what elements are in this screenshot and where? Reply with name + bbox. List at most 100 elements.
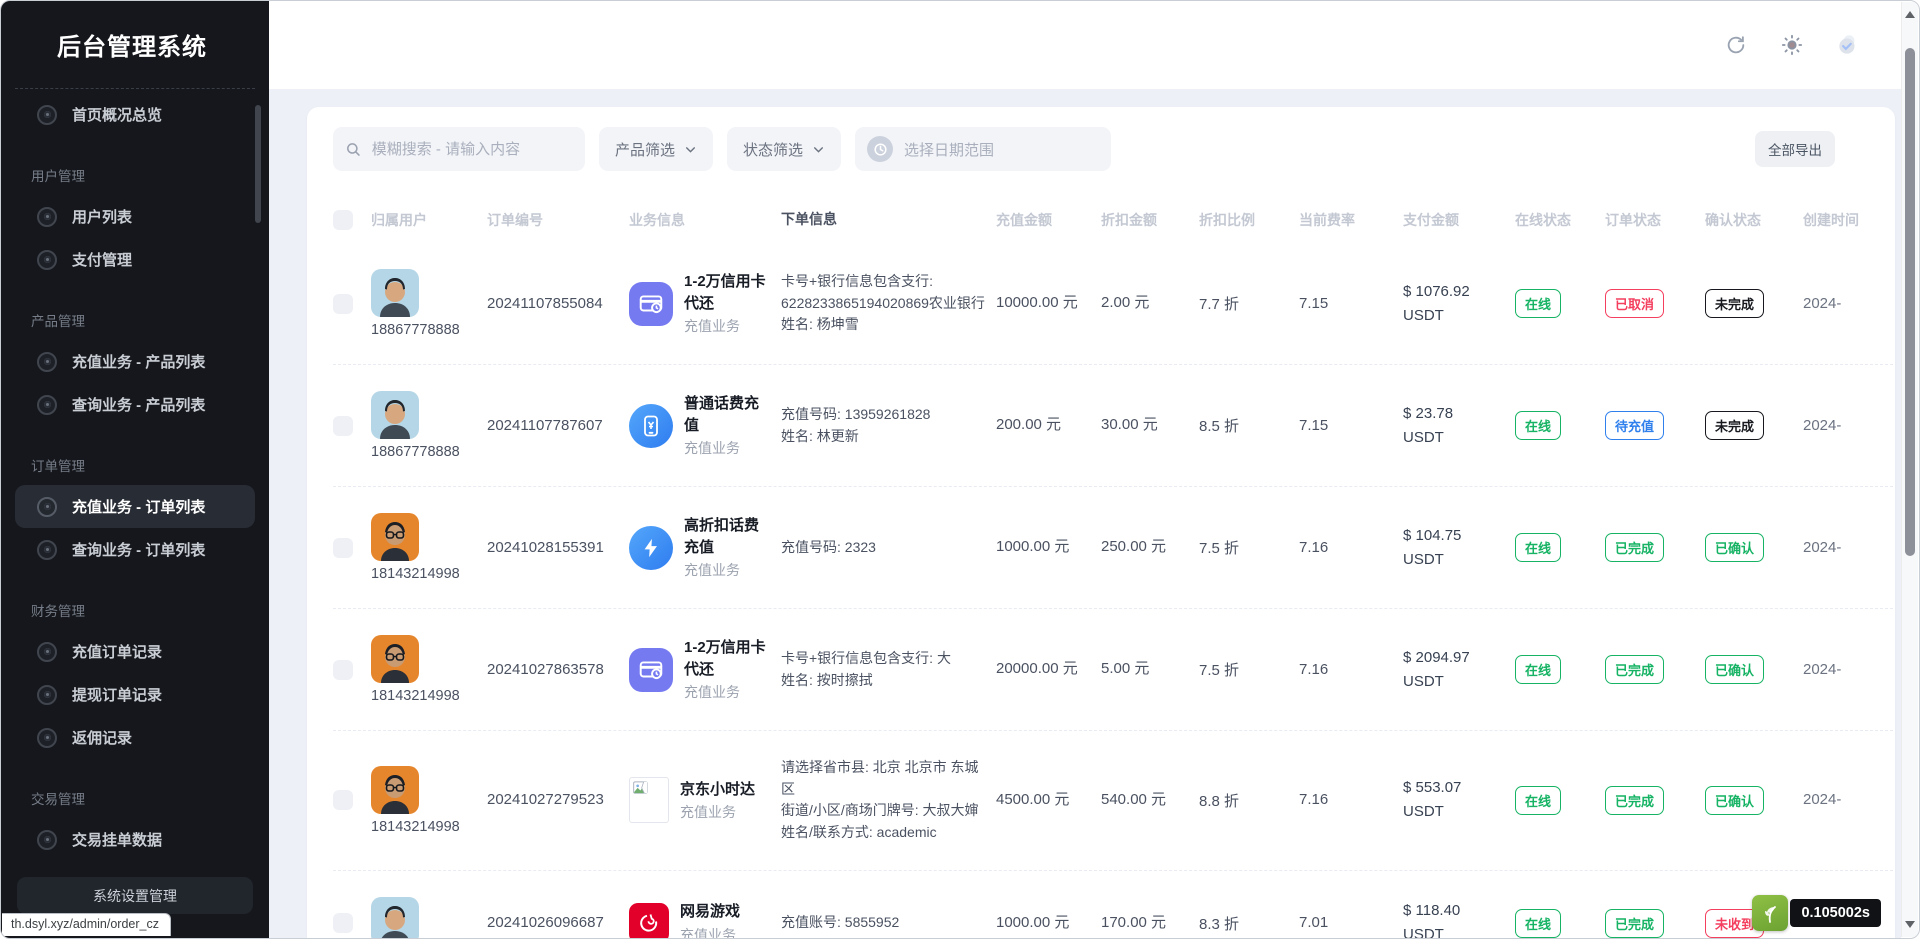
user-phone: 18867778888 <box>371 322 479 338</box>
confirm-status-badge: 未完成 <box>1705 411 1764 440</box>
verified-badge-icon[interactable] <box>1835 32 1861 58</box>
sidebar-item-query-orders[interactable]: 查询业务 - 订单列表 <box>15 528 255 571</box>
record-icon <box>37 207 57 227</box>
discount-amount: 5.00 元 <box>1101 658 1149 681</box>
current-rate: 7.16 <box>1299 539 1328 556</box>
pay-amount: $ 2094.97USDT <box>1403 646 1487 694</box>
order-info: 充值号码: 13959261828 姓名: 林更新 <box>781 404 996 447</box>
sidebar: 后台管理系统 首页概况总览 用户管理 用户列表 支付管理 产品管理 充值业务 -… <box>1 1 269 938</box>
order-number: 20241026096687 <box>487 914 604 931</box>
sidebar-item-payment-mgmt[interactable]: 支付管理 <box>15 238 255 281</box>
row-checkbox[interactable] <box>333 538 353 558</box>
record-icon <box>37 685 57 705</box>
confirm-status-badge: 未完成 <box>1705 289 1764 318</box>
order-info: 卡号+银行信息包含支行: 6228233865194020869农业银行 姓名:… <box>781 271 996 336</box>
chevron-down-icon <box>684 143 697 156</box>
current-rate: 7.16 <box>1299 791 1328 808</box>
sidebar-section-products: 产品管理 <box>1 300 269 340</box>
pay-amount: $ 118.40USDT <box>1403 899 1487 938</box>
pay-amount: $ 104.75USDT <box>1403 524 1487 572</box>
recharge-amount: 1000.00 元 <box>996 536 1069 559</box>
sidebar-item-trade-orders[interactable]: 交易挂单数据 <box>15 818 255 861</box>
record-icon <box>37 395 57 415</box>
sidebar-section-orders: 订单管理 <box>1 445 269 485</box>
page-scrollbar[interactable] <box>1901 2 1918 937</box>
select-all-checkbox[interactable] <box>333 210 353 230</box>
order-info: 充值号码: 2323 <box>781 537 996 559</box>
created-time: 2024- <box>1803 661 1841 678</box>
scroll-up-arrow-icon[interactable] <box>1905 11 1915 18</box>
avatar <box>371 766 419 814</box>
order-number: 20241107855084 <box>487 295 603 312</box>
business-name: 高折扣话费充值 <box>684 515 773 559</box>
current-rate: 7.15 <box>1299 417 1328 434</box>
discount-amount: 540.00 元 <box>1101 789 1166 812</box>
current-rate: 7.15 <box>1299 295 1328 312</box>
sidebar-section-users: 用户管理 <box>1 155 269 195</box>
sidebar-item-recharge-products[interactable]: 充值业务 - 产品列表 <box>15 340 255 383</box>
lightning-icon <box>629 526 673 570</box>
row-checkbox[interactable] <box>333 294 353 314</box>
record-icon <box>37 497 57 517</box>
load-time-badge: 0.105002s <box>1790 899 1881 927</box>
search-icon <box>345 140 362 159</box>
current-rate: 7.16 <box>1299 661 1328 678</box>
record-icon <box>37 830 57 850</box>
phone-yuan-icon <box>629 404 673 448</box>
theme-sun-icon[interactable] <box>1779 32 1805 58</box>
business-name: 京东小时达 <box>680 779 772 801</box>
business-type: 充值业务 <box>684 682 773 702</box>
online-status-badge: 在线 <box>1515 411 1561 440</box>
table-row: 18143214998 20241028155391 高折扣话费充值 充值业务 <box>333 486 1893 608</box>
order-number: 20241027863578 <box>487 661 604 678</box>
date-range-picker[interactable]: 选择日期范围 <box>855 127 1111 171</box>
sidebar-item-rebate-records[interactable]: 返佣记录 <box>15 716 255 759</box>
business-name: 普通话费充值 <box>684 393 773 437</box>
product-filter-dropdown[interactable]: 产品筛选 <box>599 127 713 171</box>
created-time: 2024- <box>1803 791 1841 808</box>
scrollbar-thumb[interactable] <box>1905 48 1915 556</box>
sidebar-item-recharge-orders[interactable]: 充值业务 - 订单列表 <box>15 485 255 528</box>
pay-amount: $ 1076.92USDT <box>1403 280 1487 328</box>
sidebar-scrollbar-thumb[interactable] <box>255 105 261 223</box>
search-input[interactable] <box>372 141 573 158</box>
leaf-icon[interactable] <box>1752 895 1788 931</box>
avatar <box>371 897 419 938</box>
sidebar-item-query-products[interactable]: 查询业务 - 产品列表 <box>15 383 255 426</box>
record-icon <box>37 540 57 560</box>
recharge-amount: 200.00 元 <box>996 414 1061 437</box>
online-status-badge: 在线 <box>1515 909 1561 938</box>
recharge-amount: 1000.00 元 <box>996 912 1069 935</box>
status-filter-dropdown[interactable]: 状态筛选 <box>727 127 841 171</box>
sidebar-item-withdraw-records[interactable]: 提现订单记录 <box>15 673 255 716</box>
sidebar-item-recharge-records[interactable]: 充值订单记录 <box>15 630 255 673</box>
sidebar-item-home[interactable]: 首页概况总览 <box>15 93 255 136</box>
refresh-icon[interactable] <box>1723 32 1749 58</box>
scroll-down-arrow-icon[interactable] <box>1905 921 1915 928</box>
order-status-badge: 已完成 <box>1605 786 1664 815</box>
export-all-button[interactable]: 全部导出 <box>1755 131 1835 167</box>
current-rate: 7.01 <box>1299 914 1328 931</box>
chevron-down-icon <box>812 143 825 156</box>
order-status-badge: 已完成 <box>1605 533 1664 562</box>
confirm-status-badge: 已确认 <box>1705 655 1764 684</box>
created-time: 2024- <box>1803 539 1841 556</box>
table-row: 18867778888 20241107855084 1-2万信用卡代还 充值业… <box>333 243 1893 364</box>
row-checkbox[interactable] <box>333 913 353 933</box>
row-checkbox[interactable] <box>333 790 353 810</box>
topbar <box>269 1 1901 89</box>
discount-amount: 2.00 元 <box>1101 292 1149 315</box>
orders-table: 归属用户 订单编号 业务信息 下单信息 充值金额 折扣金额 折扣比例 当前费率 … <box>333 197 1893 938</box>
sidebar-divider <box>15 88 255 89</box>
system-settings-button[interactable]: 系统设置管理 <box>17 877 253 914</box>
row-checkbox[interactable] <box>333 660 353 680</box>
status-bar-url: th.dsyl.xyz/admin/order_cz <box>2 913 171 936</box>
row-checkbox[interactable] <box>333 416 353 436</box>
business-name: 1-2万信用卡代还 <box>684 637 773 681</box>
sidebar-item-user-list[interactable]: 用户列表 <box>15 195 255 238</box>
order-number: 20241027279523 <box>487 791 604 808</box>
order-status-badge: 已完成 <box>1605 909 1664 938</box>
confirm-status-badge: 已确认 <box>1705 786 1764 815</box>
table-header: 归属用户 订单编号 业务信息 下单信息 充值金额 折扣金额 折扣比例 当前费率 … <box>333 197 1893 243</box>
record-icon <box>37 105 57 125</box>
